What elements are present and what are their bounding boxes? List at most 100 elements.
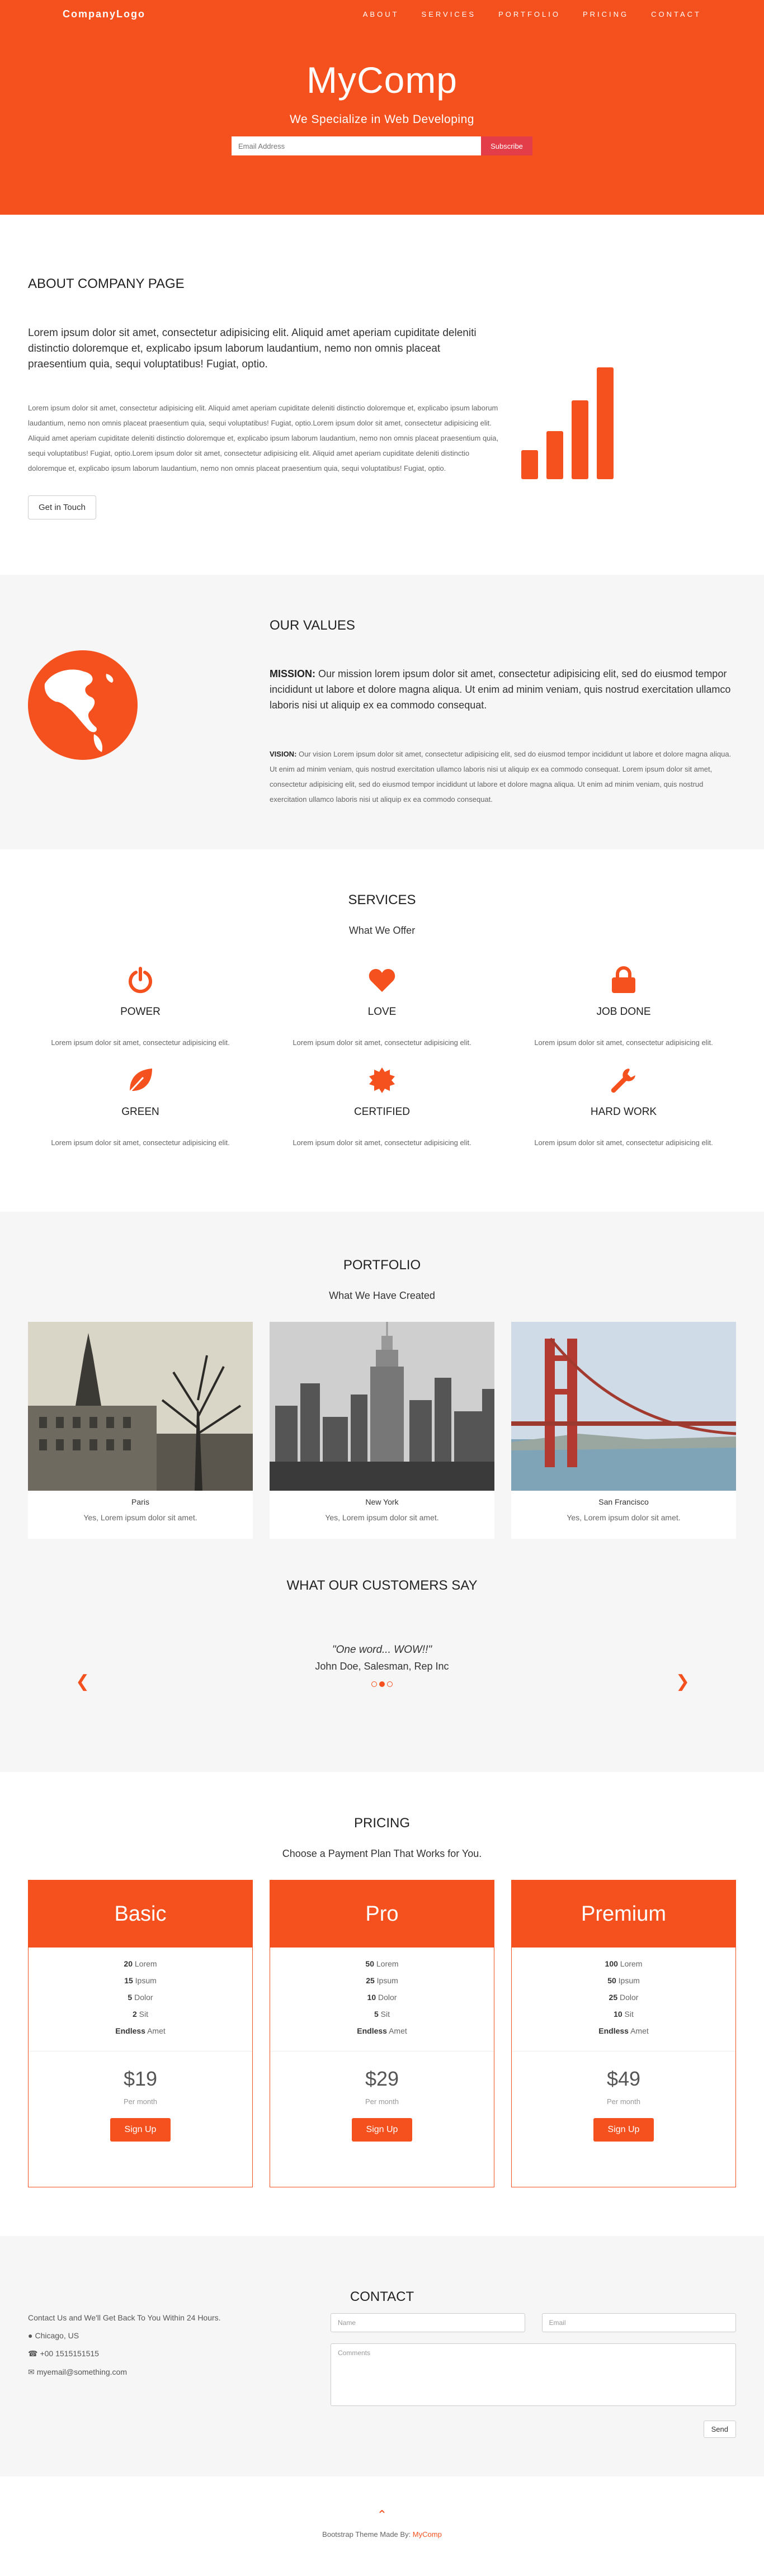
plan-features: 100 Lorem 50 Ipsum 25 Dolor 10 Sit Endle…: [512, 1948, 735, 2039]
carousel-dot-active[interactable]: [379, 1681, 385, 1687]
get-in-touch-button[interactable]: Get in Touch: [28, 495, 96, 519]
contact-form: Name Email Comments Send: [331, 2313, 736, 2438]
feature-item: 10 Sit: [614, 2010, 634, 2019]
contact-location: ● Chicago, US: [28, 2331, 221, 2340]
service-title: LOVE: [367, 1006, 397, 1018]
pricing-grid: Basic 20 Lorem 15 Ipsum 5 Dolor 2 Sit En…: [0, 1880, 764, 2187]
nav-portfolio[interactable]: PORTFOLIO: [498, 10, 560, 18]
lock-icon: [607, 963, 640, 997]
wrench-icon: [607, 1064, 640, 1097]
mission-label: MISSION:: [270, 668, 316, 679]
feature-item: 5 Sit: [374, 2010, 390, 2019]
credit-text: Bootstrap Theme Made By:: [322, 2530, 413, 2539]
portfolio-caption: Paris: [131, 1497, 149, 1506]
nav-about[interactable]: ABOUT: [363, 10, 399, 18]
portfolio-desc: Yes, Lorem ipsum dolor sit amet.: [325, 1513, 439, 1522]
comments-field[interactable]: Comments: [331, 2343, 736, 2406]
testimonial-author: John Doe, Salesman, Rep Inc: [315, 1661, 449, 1672]
service-text: Lorem ipsum dolor sit amet, consectetur …: [51, 1038, 230, 1047]
plan-name: Pro: [270, 1880, 494, 1948]
service-text: Lorem ipsum dolor sit amet, consectetur …: [293, 1038, 471, 1047]
sign-up-button[interactable]: Sign Up: [110, 2118, 171, 2142]
pricing-card-premium: Premium 100 Lorem 50 Ipsum 25 Dolor 10 S…: [511, 1880, 736, 2187]
contact-intro: Contact Us and We'll Get Back To You Wit…: [28, 2313, 221, 2322]
service-text: Lorem ipsum dolor sit amet, consectetur …: [534, 1038, 713, 1047]
service-item: HARD WORK Lorem ipsum dolor sit amet, co…: [512, 1064, 735, 1147]
navbar: CompanyLogo ABOUT SERVICES PORTFOLIO PRI…: [0, 0, 764, 28]
hero-title: MyComp: [306, 59, 458, 101]
portfolio-item[interactable]: New York Yes, Lorem ipsum dolor sit amet…: [270, 1322, 494, 1539]
vision-label: VISION:: [270, 750, 297, 758]
plan-footer: $19 Per month Sign Up: [29, 2051, 252, 2142]
carousel-next-icon[interactable]: ❯: [676, 1672, 690, 1691]
contact-section: CONTACT Contact Us and We'll Get Back To…: [0, 2236, 764, 2476]
plan-footer: $29 Per month Sign Up: [270, 2051, 494, 2142]
portfolio-grid: Paris Yes, Lorem ipsum dolor sit amet. N…: [0, 1322, 764, 1539]
nav-contact[interactable]: CONTACT: [651, 10, 701, 18]
newyork-image: [270, 1322, 494, 1491]
email-field[interactable]: Email: [541, 2313, 736, 2332]
phone-icon: ☎: [28, 2349, 38, 2358]
carousel-dot[interactable]: [387, 1681, 393, 1687]
footer: ⌃ Bootstrap Theme Made By: MyComp: [0, 2476, 764, 2565]
feature-item: 25 Dolor: [609, 1993, 639, 2002]
testimonial-carousel: ❮ "One word... WOW!!" John Doe, Salesman…: [0, 1594, 764, 1705]
contact-phone: ☎ +00 1515151515: [28, 2349, 221, 2358]
service-item: POWER Lorem ipsum dolor sit amet, consec…: [29, 963, 252, 1047]
portfolio-desc: Yes, Lorem ipsum dolor sit amet.: [567, 1513, 681, 1522]
plan-period: Per month: [124, 2097, 157, 2106]
service-title: GREEN: [121, 1106, 159, 1118]
pricing-subtitle: Choose a Payment Plan That Works for You…: [282, 1848, 482, 1859]
testimonials-title: WHAT OUR CUSTOMERS SAY: [286, 1578, 478, 1593]
pricing-title: PRICING: [353, 1816, 410, 1831]
subscribe-button[interactable]: Subscribe: [481, 136, 532, 155]
hero-section: MyComp We Specialize in Web Developing S…: [0, 0, 764, 215]
about-section: ABOUT COMPANY PAGE Lorem ipsum dolor sit…: [0, 215, 764, 575]
testimonial-quote: "One word... WOW!!": [332, 1644, 432, 1656]
nav-pricing[interactable]: PRICING: [583, 10, 629, 18]
vision-body: Our vision Lorem ipsum dolor sit amet, c…: [270, 750, 732, 803]
feature-item: Endless Amet: [357, 2026, 407, 2035]
feature-item: 10 Dolor: [367, 1993, 397, 2002]
service-item: GREEN Lorem ipsum dolor sit amet, consec…: [29, 1064, 252, 1147]
portfolio-desc: Yes, Lorem ipsum dolor sit amet.: [83, 1513, 197, 1522]
sign-up-button[interactable]: Sign Up: [351, 2118, 413, 2142]
portfolio-item[interactable]: Paris Yes, Lorem ipsum dolor sit amet.: [28, 1322, 253, 1539]
plan-price: $29: [365, 2067, 399, 2090]
credit-link[interactable]: MyComp: [413, 2530, 442, 2539]
subscribe-form: Subscribe: [232, 136, 532, 155]
portfolio-item[interactable]: San Francisco Yes, Lorem ipsum dolor sit…: [511, 1322, 736, 1539]
feature-item: 50 Lorem: [365, 1959, 399, 1968]
email-input[interactable]: [232, 136, 481, 155]
nav-services[interactable]: SERVICES: [422, 10, 477, 18]
service-item: JOB DONE Lorem ipsum dolor sit amet, con…: [512, 963, 735, 1047]
contact-email: ✉ myemail@something.com: [28, 2367, 221, 2377]
phone-text: +00 1515151515: [40, 2349, 99, 2358]
send-button[interactable]: Send: [703, 2421, 736, 2438]
contact-info: Contact Us and We'll Get Back To You Wit…: [28, 2313, 221, 2386]
map-marker-icon: ●: [28, 2331, 33, 2340]
carousel-prev-icon[interactable]: ❮: [76, 1672, 89, 1691]
leaf-icon: [124, 1064, 157, 1097]
sign-up-button[interactable]: Sign Up: [593, 2118, 654, 2142]
plan-name: Basic: [29, 1880, 252, 1948]
feature-item: 15 Ipsum: [124, 1976, 157, 1985]
feature-item: 20 Lorem: [124, 1959, 157, 1968]
plan-footer: $49 Per month Sign Up: [512, 2051, 735, 2142]
values-title: OUR VALUES: [270, 618, 355, 633]
pricing-card-basic: Basic 20 Lorem 15 Ipsum 5 Dolor 2 Sit En…: [28, 1880, 253, 2187]
service-text: Lorem ipsum dolor sit amet, consectetur …: [293, 1138, 471, 1147]
chevron-up-icon[interactable]: ⌃: [0, 2508, 764, 2522]
hero-tagline: We Specialize in Web Developing: [290, 113, 474, 126]
sanfrancisco-image: [511, 1322, 736, 1491]
plan-price: $49: [606, 2067, 641, 2090]
services-grid: POWER Lorem ipsum dolor sit amet, consec…: [0, 963, 764, 1147]
carousel-dot[interactable]: [371, 1681, 377, 1687]
service-title: JOB DONE: [596, 1006, 651, 1018]
portfolio-caption: New York: [365, 1497, 399, 1506]
brand-logo[interactable]: CompanyLogo: [63, 8, 145, 20]
name-field[interactable]: Name: [331, 2313, 525, 2332]
values-section: OUR VALUES MISSION: Our mission lorem ip…: [0, 575, 764, 849]
footer-credit: Bootstrap Theme Made By: MyComp: [0, 2530, 764, 2539]
feature-item: Endless Amet: [115, 2026, 166, 2035]
